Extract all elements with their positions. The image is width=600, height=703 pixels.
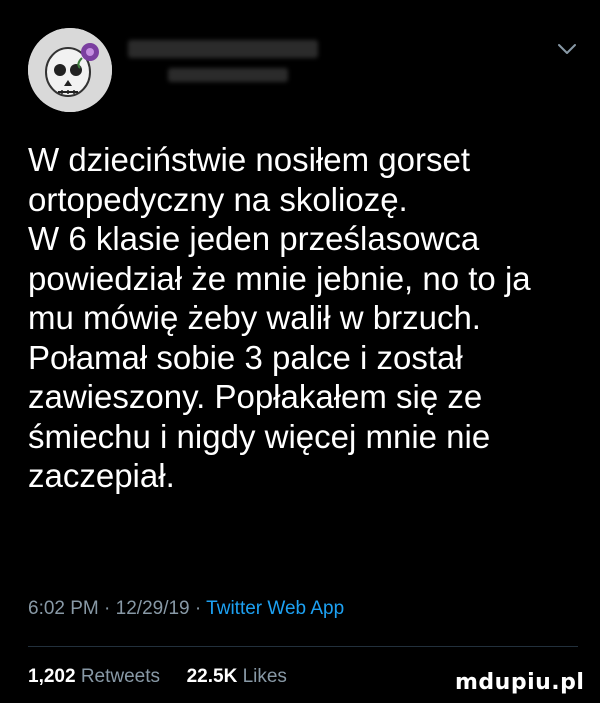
- watermark: mdupiu.pl: [455, 670, 585, 695]
- meta-separator: ·: [104, 598, 111, 619]
- likes-count: 22.5K: [186, 666, 238, 687]
- likes-stat[interactable]: 22.5K Likes: [187, 666, 287, 687]
- tweet-time[interactable]: 6:02 PM: [28, 598, 99, 619]
- retweets-label: Retweets: [80, 666, 161, 687]
- retweets-count: 1,202: [28, 666, 76, 687]
- meta-separator: ·: [194, 598, 202, 619]
- tweet-stats: 1,202 Retweets 22.5K Likes: [28, 666, 287, 688]
- divider: [28, 646, 578, 647]
- chevron-down-icon[interactable]: [556, 38, 578, 60]
- account-name-redacted[interactable]: [128, 40, 328, 90]
- retweets-stat[interactable]: 1,202 Retweets: [28, 666, 165, 687]
- tweet-meta: 6:02 PM · 12/29/19 · Twitter Web App: [28, 598, 344, 620]
- likes-label: Likes: [242, 666, 287, 687]
- tweet-date[interactable]: 12/29/19: [116, 598, 190, 619]
- tweet-text: W dzieciństwie nosiłem gorset ortopedycz…: [28, 141, 531, 494]
- avatar[interactable]: [28, 28, 112, 112]
- tweet-source-link[interactable]: Twitter Web App: [206, 598, 344, 619]
- skull-avatar-icon: [28, 28, 112, 112]
